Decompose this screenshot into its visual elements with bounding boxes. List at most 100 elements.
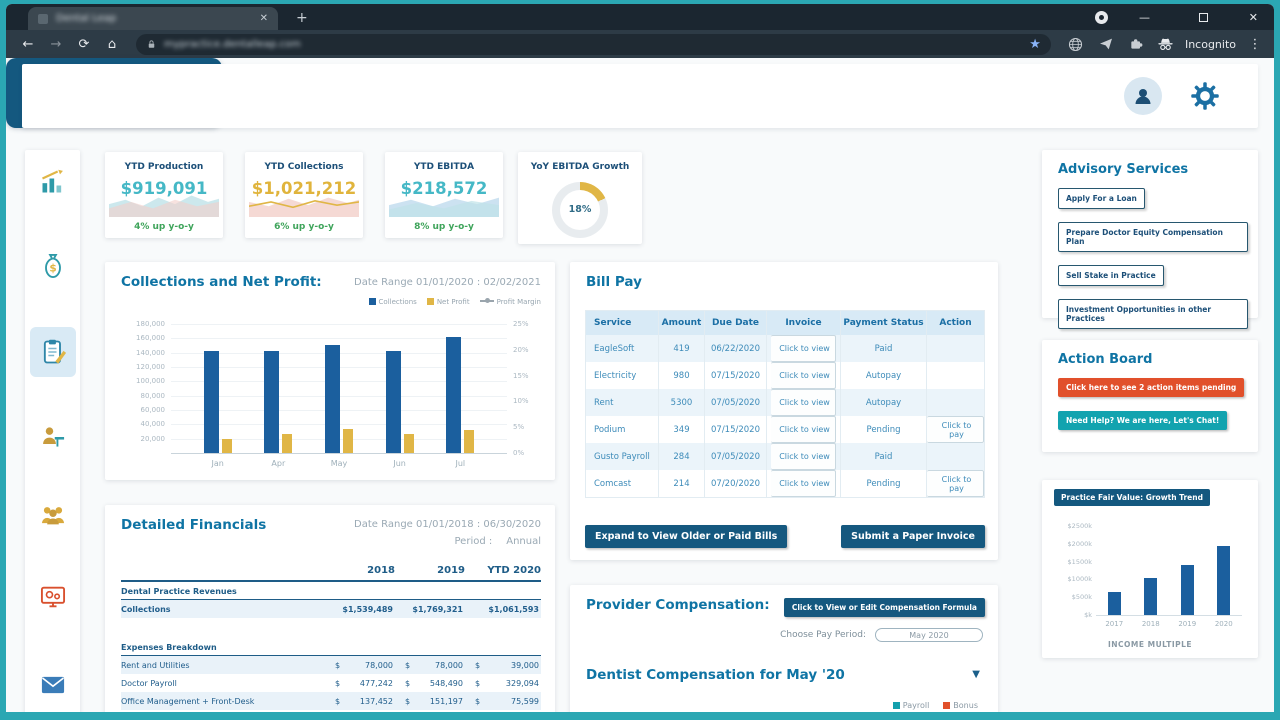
section-title: Detailed Financials [121, 517, 267, 533]
click-to-pay-button[interactable]: Click to pay [927, 416, 984, 443]
row-label: Collections [121, 604, 171, 614]
nav-messages[interactable] [33, 665, 73, 705]
data-cell: 07/20/2020 [704, 470, 766, 497]
amount-value: 548,490 [429, 678, 463, 688]
browser-titlebar: Dental Leap ✕ + — ✕ [6, 4, 1274, 30]
data-cell: 419 [658, 335, 704, 362]
click-to-view-link[interactable]: Click to view [771, 335, 836, 362]
section-title: Action Board [1058, 352, 1153, 367]
data-cell: Electricity [594, 370, 637, 381]
user-icon [1135, 89, 1151, 104]
click-to-view-link[interactable]: Click to view [771, 470, 836, 497]
menu-kebab-icon[interactable]: ⋮ [1246, 37, 1264, 52]
kpi-card-production: YTD Production $919,091 4% up y-o-y [105, 152, 223, 238]
y-axis-label-right: 15% [513, 371, 529, 380]
click-to-view-link[interactable]: Click to view [771, 443, 836, 470]
legend-bonus: Bonus [943, 701, 978, 710]
nav-analytics[interactable] [33, 162, 73, 202]
advisory-button[interactable]: Prepare Doctor Equity Compensation Plan [1058, 222, 1248, 252]
globe-extension-icon[interactable] [1063, 36, 1089, 53]
submit-invoice-button[interactable]: Submit a Paper Invoice [841, 525, 985, 548]
new-tab-button[interactable]: + [296, 9, 308, 27]
fair-value-footer: INCOME MULTIPLE [1107, 640, 1193, 649]
browser-navbar: ← → ⟳ ⌂ mypractice.dentalleap.com ★ Inco… [6, 30, 1274, 58]
click-to-view-link[interactable]: Click to view [771, 389, 836, 416]
advisory-services-card: Advisory Services Apply For a Loan Prepar… [1042, 150, 1258, 329]
header-cell: Due Date [704, 311, 766, 335]
x-axis-label: 2018 [1141, 620, 1160, 628]
maximize-button[interactable] [1199, 4, 1208, 30]
bars-row: Jan Apr May Jun Jul [171, 324, 507, 468]
x-axis-label: Jan [211, 459, 224, 468]
send-extension-icon[interactable] [1093, 36, 1119, 52]
reload-icon[interactable]: ⟳ [72, 37, 96, 52]
status-circle-icon[interactable] [1095, 4, 1108, 30]
nav-reports-active[interactable] [29, 327, 76, 377]
pending-actions-button[interactable]: Click here to see 2 action items pending [1058, 378, 1245, 397]
forward-icon[interactable]: → [44, 37, 68, 52]
row-label: Rent and Utilities [121, 660, 190, 670]
chevron-down-icon[interactable]: ▼ [972, 669, 980, 680]
expand-bills-button[interactable]: Expand to View Older or Paid Bills [585, 525, 788, 548]
currency-sign: $ [475, 678, 481, 688]
minimize-button[interactable]: — [1139, 4, 1150, 30]
kpi-value: $218,572 [400, 179, 488, 198]
amount-cell: $78,000 [325, 661, 395, 670]
tab-close-icon[interactable]: ✕ [260, 13, 268, 24]
amount-value: 137,452 [359, 696, 393, 706]
advisory-button[interactable]: Sell Stake in Practice [1058, 265, 1164, 286]
x-axis-label: Apr [271, 459, 286, 468]
close-button[interactable]: ✕ [1249, 4, 1258, 30]
extensions-puzzle-icon[interactable] [1123, 36, 1149, 52]
header-cell: 2019 [437, 565, 465, 576]
need-help-chat-button[interactable]: Need Help? We are here, Let's Chat! [1058, 411, 1228, 430]
click-to-view-link[interactable]: Click to view [771, 362, 836, 389]
nav-patients[interactable] [33, 495, 73, 535]
bar-group: May [324, 345, 353, 468]
provider-compensation-card: Provider Compensation: Click to View or … [570, 585, 998, 712]
back-icon[interactable]: ← [16, 37, 40, 52]
click-to-view-link[interactable]: Click to view [771, 416, 836, 443]
advisory-button[interactable]: Apply For a Loan [1058, 188, 1145, 209]
data-cell: Pending [840, 470, 926, 497]
advisory-buttons: Apply For a Loan Prepare Doctor Equity Co… [1058, 188, 1248, 342]
table-row: Office Management + Front-Desk $137,452 $1… [121, 692, 541, 710]
fair-value-chart: $2500k $2000k $1500k $1000k $500k $k 2017 2018 2… [1068, 522, 1242, 628]
nav-systems[interactable] [33, 577, 73, 617]
nav-payroll[interactable] [33, 417, 73, 457]
nav-revenue[interactable]: $ [33, 246, 73, 286]
avatar[interactable] [1124, 77, 1162, 115]
header-cell: Service [594, 318, 632, 328]
kpi-value: $1,021,212 [251, 179, 357, 198]
kpi-card-ebitda-growth: YoY EBITDA Growth 18% [518, 152, 642, 244]
y-axis-label-right: 10% [513, 397, 529, 406]
amount-cell: $548,490 [395, 679, 465, 688]
data-cell: EagleSoft [594, 343, 635, 354]
y-axis-label-right: 5% [513, 423, 525, 432]
bill-row: Gusto Payroll 284 07/05/2020 Click to view P… [586, 443, 984, 470]
donut-chart: 18% [552, 182, 608, 238]
click-to-pay-button[interactable]: Click to pay [927, 470, 984, 497]
table-row: Rent and Utilities $78,000 $78,000 $39,000 [121, 656, 541, 674]
data-cell: 07/05/2020 [704, 443, 766, 470]
edit-compensation-button[interactable]: Click to View or Edit Compensation Formu… [783, 598, 985, 617]
home-icon[interactable]: ⌂ [100, 37, 124, 52]
x-axis-label: 2017 [1105, 620, 1124, 628]
row-label: Doctor Payroll [121, 678, 177, 688]
chart-title: Collections and Net Profit: [121, 274, 322, 290]
amount-value: 78,000 [435, 660, 463, 670]
advisory-button[interactable]: Investment Opportunities in other Practi… [1058, 299, 1248, 329]
value-bar: 2018 [1142, 578, 1160, 628]
fair-value-title-chip: Practice Fair Value: Growth Trend [1054, 489, 1210, 506]
bookmark-star-icon[interactable]: ★ [1029, 37, 1041, 52]
address-bar[interactable]: mypractice.dentalleap.com ★ [136, 33, 1051, 55]
bill-row: EagleSoft 419 06/22/2020 Click to view Paid [586, 335, 984, 362]
settings-button[interactable] [1190, 81, 1220, 115]
kpi-delta: 6% up y-o-y [274, 222, 334, 232]
bill-row: Electricity 980 07/15/2020 Click to view Aut… [586, 362, 984, 389]
browser-tab[interactable]: Dental Leap ✕ [28, 7, 278, 30]
x-axis-label: Jun [393, 459, 406, 468]
pay-period-select[interactable]: May 2020 [875, 628, 983, 642]
currency-sign: $ [475, 696, 481, 706]
data-cell: 07/15/2020 [704, 416, 766, 443]
